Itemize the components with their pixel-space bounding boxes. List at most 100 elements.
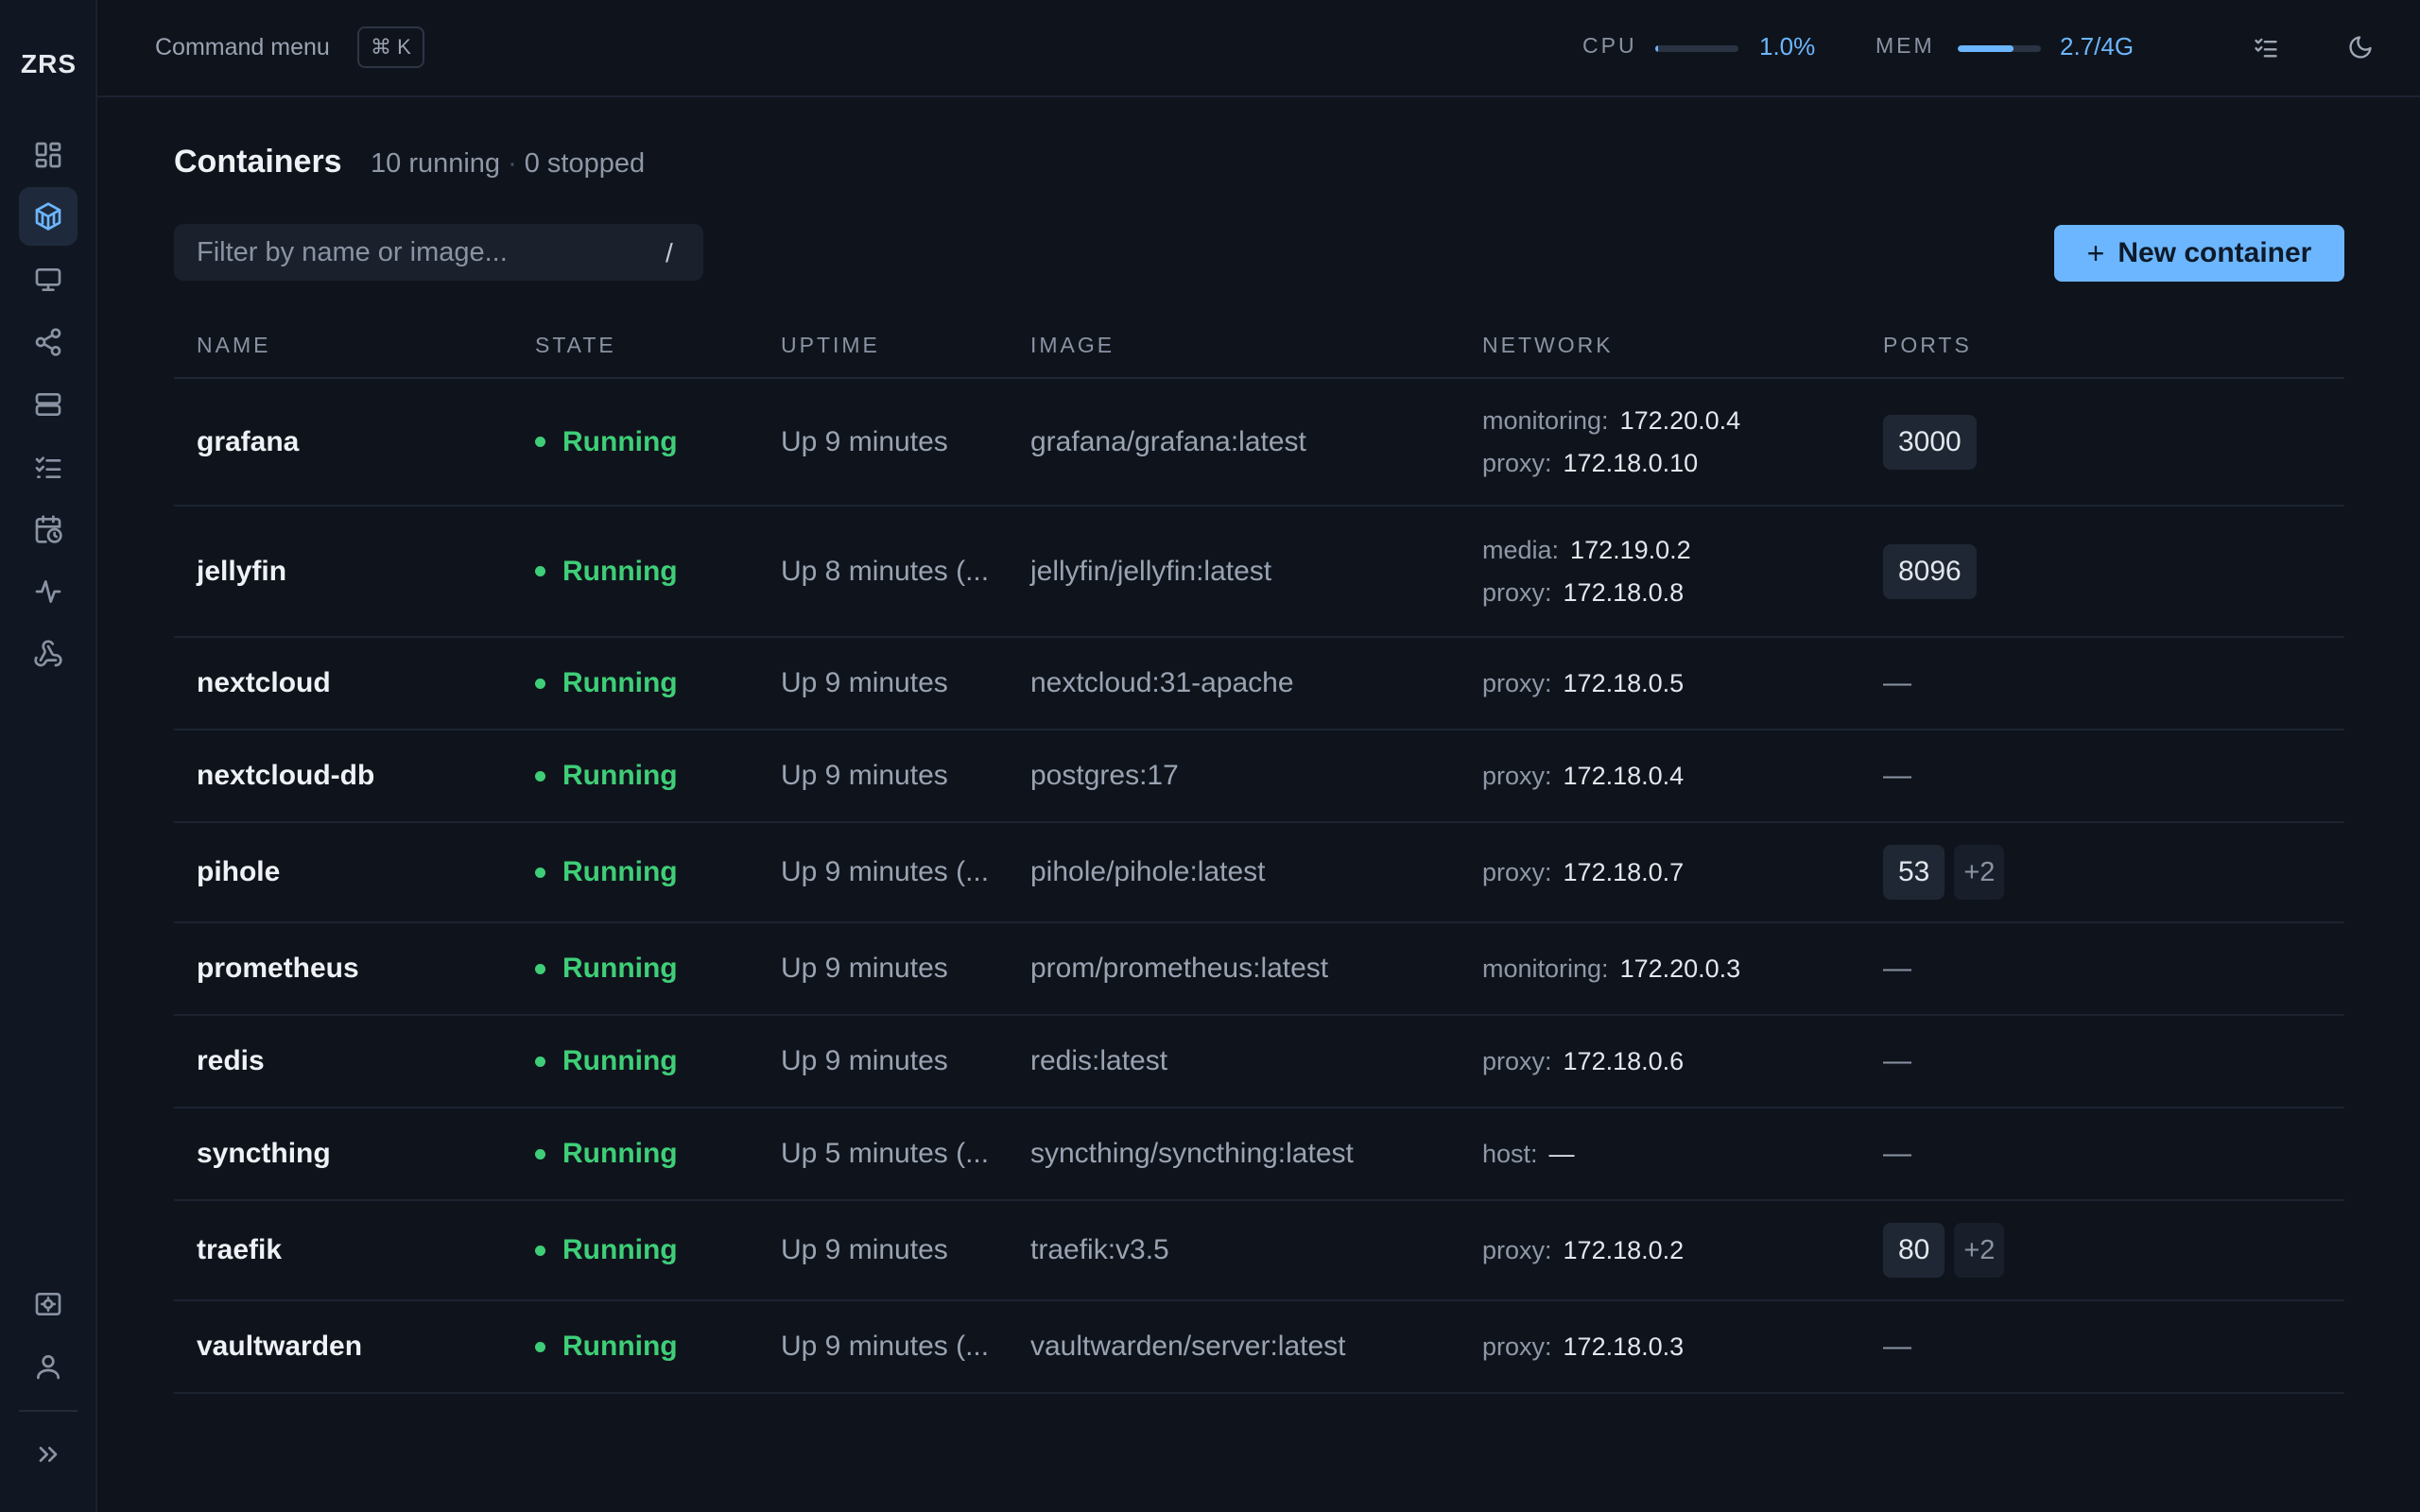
container-image: jellyfin/jellyfin:latest bbox=[1030, 555, 1272, 587]
network-entry: monitoring: 172.20.0.3 bbox=[1482, 954, 1740, 984]
sidebar-item-storage[interactable] bbox=[19, 375, 78, 434]
column-header-ports[interactable]: PORTS bbox=[1883, 333, 1972, 358]
cpu-value: 1.0% bbox=[1759, 32, 1816, 60]
cpu-meter bbox=[1655, 45, 1738, 52]
container-uptime: Up 8 minutes (... bbox=[781, 555, 990, 587]
port-badge[interactable]: 53 bbox=[1883, 845, 1945, 900]
table-row[interactable]: prometheus Running Up 9 minutes prom/promet… bbox=[174, 923, 2344, 1016]
container-state: Running bbox=[535, 923, 678, 1014]
column-header-uptime[interactable]: UPTIME bbox=[781, 333, 880, 358]
sidebar-item-schedules[interactable] bbox=[19, 500, 78, 558]
no-ports: — bbox=[1883, 667, 1911, 698]
container-icon bbox=[35, 202, 61, 231]
container-image: prom/prometheus:latest bbox=[1030, 953, 1329, 984]
table-row[interactable]: redis Running Up 9 minutes redis:latest prox… bbox=[174, 1016, 2344, 1108]
sidebar-item-containers[interactable] bbox=[19, 187, 78, 246]
container-state: Running bbox=[535, 379, 678, 505]
status-dot bbox=[535, 1245, 545, 1256]
no-ports: — bbox=[1883, 760, 1911, 791]
container-image: traefik:v3.5 bbox=[1030, 1234, 1169, 1265]
sidebar-item-dashboard[interactable] bbox=[19, 126, 78, 184]
filter-input[interactable] bbox=[174, 224, 703, 281]
container-name[interactable]: redis bbox=[197, 1016, 265, 1107]
mem-label: MEM bbox=[1876, 33, 1935, 58]
container-networks: proxy: 172.18.0.4 bbox=[1482, 730, 1684, 821]
container-state: Running bbox=[535, 730, 678, 821]
container-name[interactable]: syncthing bbox=[197, 1108, 331, 1199]
sidebar-item-account[interactable] bbox=[19, 1337, 78, 1396]
network-ip: 172.18.0.5 bbox=[1563, 668, 1685, 697]
more-ports-badge[interactable]: +2 bbox=[1954, 845, 2005, 900]
network-name: proxy: bbox=[1482, 857, 1552, 886]
network-name: proxy: bbox=[1482, 1046, 1552, 1075]
network-ip: 172.19.0.2 bbox=[1570, 535, 1691, 564]
state-label: Running bbox=[562, 760, 678, 791]
container-name[interactable]: prometheus bbox=[197, 923, 359, 1014]
sidebar-item-activity[interactable] bbox=[19, 562, 78, 621]
container-image: pihole/pihole:latest bbox=[1030, 856, 1266, 887]
column-header-network[interactable]: NETWORK bbox=[1482, 333, 1614, 358]
container-name[interactable]: vaultwarden bbox=[197, 1301, 362, 1392]
table-row[interactable]: grafana Running Up 9 minutes grafana/grafan… bbox=[174, 379, 2344, 507]
network-ip: 172.20.0.4 bbox=[1619, 405, 1741, 435]
container-networks: media: 172.19.0.2 proxy: 172.18.0.8 bbox=[1482, 507, 1691, 636]
table-row[interactable]: pihole Running Up 9 minutes (... pihole/pih… bbox=[174, 823, 2344, 923]
sidebar-item-networks[interactable] bbox=[19, 313, 78, 371]
running-count: 10 running bbox=[371, 148, 501, 179]
sidebar-expand-button[interactable] bbox=[19, 1425, 78, 1484]
container-name[interactable]: traefik bbox=[197, 1201, 282, 1299]
container-image: nextcloud:31-apache bbox=[1030, 667, 1294, 698]
sidebar-item-webhooks[interactable] bbox=[19, 625, 78, 683]
new-container-button[interactable]: + New container bbox=[2054, 225, 2344, 282]
table-row[interactable]: syncthing Running Up 5 minutes (... syncthi… bbox=[174, 1108, 2344, 1201]
status-dot bbox=[535, 1056, 545, 1067]
container-state: Running bbox=[535, 638, 678, 729]
no-ports: — bbox=[1883, 1331, 1911, 1362]
theme-toggle-button[interactable] bbox=[2343, 30, 2377, 64]
sidebar-item-tasks[interactable] bbox=[19, 438, 78, 496]
container-counts: 10 running · 0 stopped bbox=[371, 148, 645, 180]
column-header-state[interactable]: STATE bbox=[535, 333, 616, 358]
no-ports: — bbox=[1883, 1138, 1911, 1169]
container-name[interactable]: nextcloud bbox=[197, 638, 331, 729]
container-image: postgres:17 bbox=[1030, 760, 1179, 791]
status-dot bbox=[535, 770, 545, 782]
status-dot bbox=[535, 963, 545, 974]
port-badge[interactable]: 3000 bbox=[1883, 414, 1977, 470]
column-header-name[interactable]: NAME bbox=[197, 333, 270, 358]
no-ports: — bbox=[1883, 1045, 1911, 1076]
port-badge[interactable]: 8096 bbox=[1883, 543, 1977, 599]
status-dot bbox=[535, 678, 545, 689]
no-ports: — bbox=[1883, 953, 1911, 984]
container-name[interactable]: pihole bbox=[197, 823, 280, 921]
column-header-image[interactable]: IMAGE bbox=[1030, 333, 1115, 358]
app-logo[interactable]: ZRS bbox=[0, 49, 97, 79]
sidebar-item-settings[interactable] bbox=[19, 1275, 78, 1333]
network-name: proxy: bbox=[1482, 761, 1552, 790]
table-row[interactable]: traefik Running Up 9 minutes traefik:v3.5 pr… bbox=[174, 1201, 2344, 1301]
table-row[interactable]: nextcloud-db Running Up 9 minutes postgres:… bbox=[174, 730, 2344, 823]
topbar: Command menu ⌘ K CPU 1.0% MEM 2.7/4G bbox=[97, 0, 2420, 97]
table-row[interactable]: jellyfin Running Up 8 minutes (... jellyfin… bbox=[174, 507, 2344, 638]
table-row[interactable]: nextcloud Running Up 9 minutes nextcloud:31… bbox=[174, 638, 2344, 730]
container-ports: 8096 bbox=[1883, 507, 1977, 636]
sidebar-item-hosts[interactable] bbox=[19, 250, 78, 309]
state-label: Running bbox=[562, 425, 678, 457]
container-name[interactable]: grafana bbox=[197, 379, 299, 505]
container-state: Running bbox=[535, 1016, 678, 1107]
port-badge[interactable]: 80 bbox=[1883, 1223, 1945, 1278]
network-entry: proxy: 172.18.0.10 bbox=[1482, 449, 1698, 478]
container-uptime: Up 9 minutes bbox=[781, 1234, 948, 1265]
page-title: Containers bbox=[174, 144, 342, 180]
plus-icon: + bbox=[2086, 235, 2105, 270]
more-ports-badge[interactable]: +2 bbox=[1954, 1223, 2005, 1278]
tasks-button[interactable] bbox=[2249, 30, 2283, 64]
table-row[interactable]: vaultwarden Running Up 9 minutes (... vault… bbox=[174, 1301, 2344, 1394]
state-label: Running bbox=[562, 953, 678, 984]
cpu-label: CPU bbox=[1582, 33, 1637, 58]
container-name[interactable]: jellyfin bbox=[197, 507, 286, 636]
list-check-icon bbox=[2255, 38, 2277, 58]
status-dot bbox=[535, 867, 545, 878]
container-name[interactable]: nextcloud-db bbox=[197, 730, 374, 821]
command-menu-button[interactable]: Command menu bbox=[155, 34, 330, 61]
